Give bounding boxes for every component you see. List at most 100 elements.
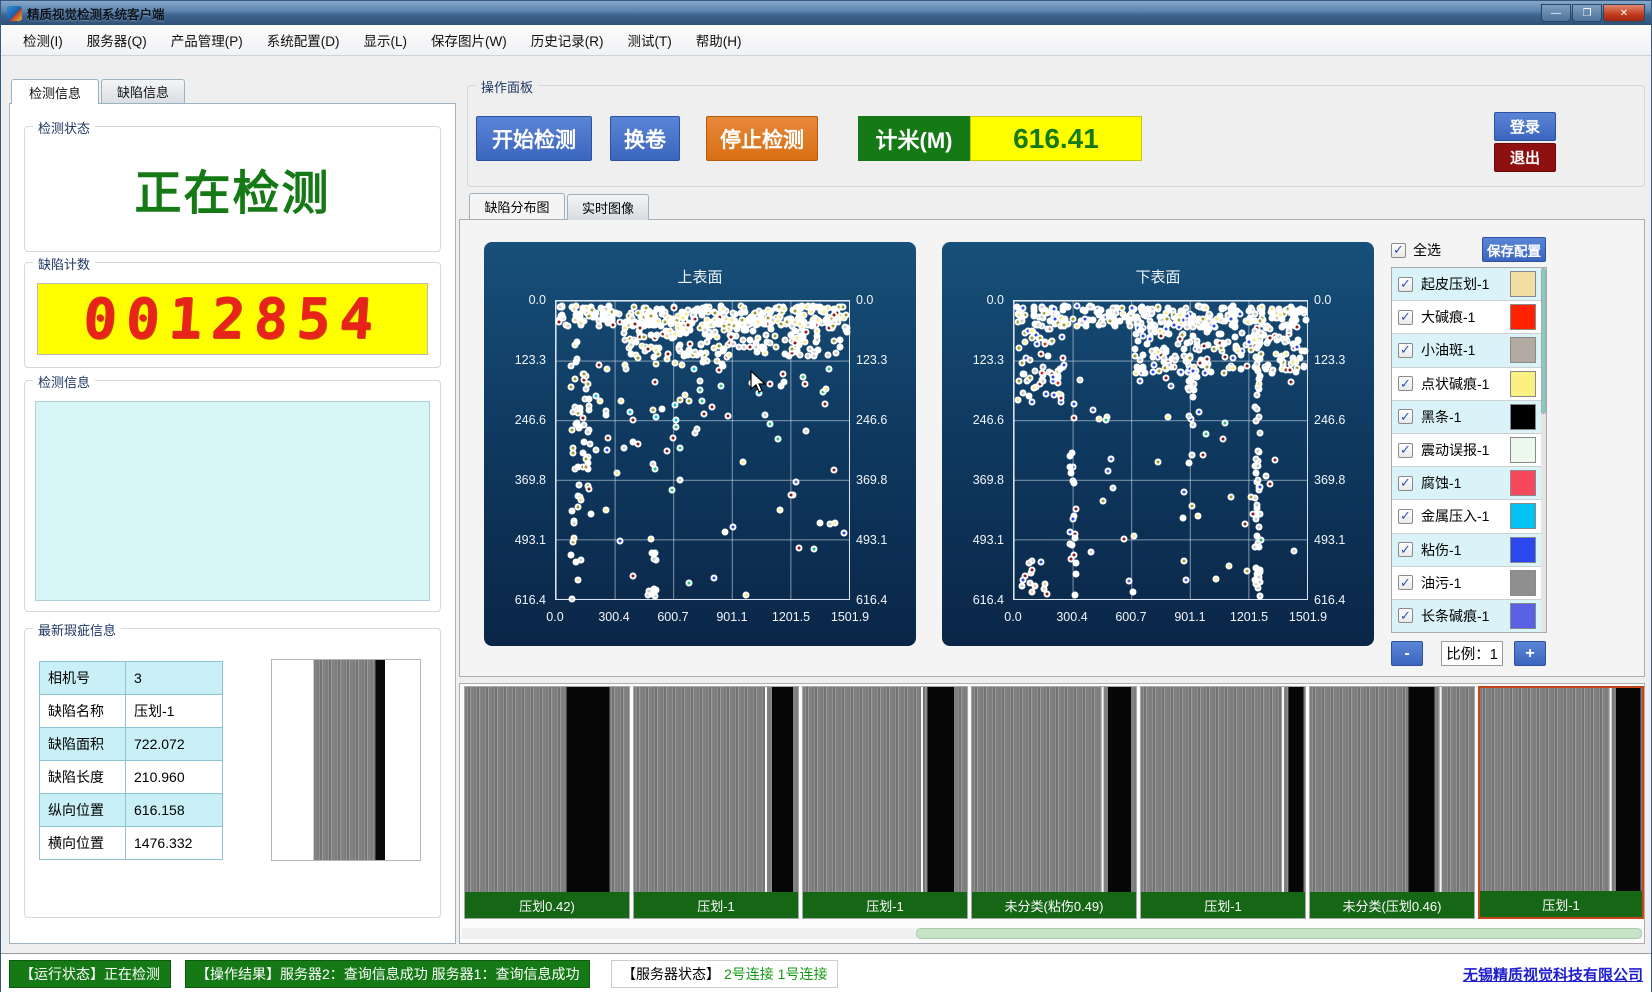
legend-item[interactable]: ✓黑条-1 bbox=[1392, 401, 1546, 434]
table-cell-value: 722.072 bbox=[126, 728, 222, 760]
scatter-dot bbox=[1165, 414, 1172, 421]
scatter-dot bbox=[680, 328, 687, 335]
scatter-dot bbox=[1069, 450, 1076, 457]
plot-area[interactable] bbox=[555, 300, 850, 600]
plot-area[interactable] bbox=[1013, 300, 1308, 600]
scatter-dot bbox=[1201, 370, 1208, 377]
menu-item[interactable]: 显示(L) bbox=[352, 26, 420, 54]
scatter-dot bbox=[1300, 307, 1307, 314]
scatter-dot bbox=[699, 359, 706, 366]
legend-item[interactable]: ✓金属压入-1 bbox=[1392, 500, 1546, 533]
close-button[interactable]: ✕ bbox=[1603, 4, 1645, 22]
legend-item[interactable]: ✓起皮压划-1 bbox=[1392, 268, 1546, 301]
legend-checkbox[interactable]: ✓ bbox=[1398, 376, 1413, 391]
menu-item[interactable]: 测试(T) bbox=[615, 26, 683, 54]
detection-info-box bbox=[35, 401, 430, 601]
thumbnail[interactable]: 压划-1 bbox=[633, 686, 799, 919]
scatter-dot bbox=[1254, 502, 1261, 509]
table-cell-label: 相机号 bbox=[40, 662, 126, 694]
zoom-in-button[interactable]: + bbox=[1514, 641, 1546, 666]
menu-item[interactable]: 保存图片(W) bbox=[419, 26, 519, 54]
legend-label: 腐蚀-1 bbox=[1421, 473, 1510, 493]
thumbnail[interactable]: 压划0.42) bbox=[464, 686, 630, 919]
stop-detection-button[interactable]: 停止检测 bbox=[706, 116, 818, 161]
legend-item[interactable]: ✓长条碱痕-1 bbox=[1392, 600, 1546, 633]
minimize-button[interactable]: — bbox=[1541, 4, 1571, 22]
legend-item[interactable]: ✓油污-1 bbox=[1392, 567, 1546, 600]
scatter-dot bbox=[663, 447, 670, 454]
legend-scrollbar[interactable] bbox=[1541, 268, 1546, 632]
scatter-dot bbox=[571, 519, 578, 526]
scatter-dot bbox=[653, 361, 660, 368]
legend-checkbox[interactable]: ✓ bbox=[1398, 509, 1413, 524]
scatter-dot bbox=[777, 383, 784, 390]
login-button[interactable]: 登录 bbox=[1494, 112, 1556, 141]
scatter-dot bbox=[602, 407, 609, 414]
legend-checkbox[interactable]: ✓ bbox=[1398, 608, 1413, 623]
scatter-dot bbox=[634, 355, 641, 362]
tab-realtime-image[interactable]: 实时图像 bbox=[567, 194, 649, 220]
scatter-dot bbox=[1026, 357, 1033, 364]
company-link[interactable]: 无锡精质视觉科技有限公司 bbox=[1463, 964, 1643, 985]
thumbnail[interactable]: 未分类(压划0.46) bbox=[1309, 686, 1475, 919]
save-config-button[interactable]: 保存配置 bbox=[1482, 237, 1546, 262]
thumbnail[interactable]: 未分类(粘伤0.49) bbox=[971, 686, 1137, 919]
start-detection-button[interactable]: 开始检测 bbox=[476, 116, 592, 161]
menu-item[interactable]: 历史记录(R) bbox=[519, 26, 616, 54]
menu-item[interactable]: 产品管理(P) bbox=[159, 26, 255, 54]
legend-item[interactable]: ✓大碱痕-1 bbox=[1392, 301, 1546, 334]
scatter-dot bbox=[628, 314, 635, 321]
tab-defect-distribution[interactable]: 缺陷分布图 bbox=[469, 193, 565, 219]
legend-checkbox[interactable]: ✓ bbox=[1398, 277, 1413, 292]
tab-defect-info[interactable]: 缺陷信息 bbox=[101, 79, 185, 103]
legend-item[interactable]: ✓粘伤-1 bbox=[1392, 534, 1546, 567]
menu-item[interactable]: 检测(I) bbox=[11, 26, 75, 54]
scatter-dot bbox=[1166, 362, 1173, 369]
legend-item[interactable]: ✓小油斑-1 bbox=[1392, 334, 1546, 367]
scatter-dot bbox=[649, 407, 656, 414]
legend-checkbox[interactable]: ✓ bbox=[1398, 310, 1413, 325]
maximize-button[interactable]: ❐ bbox=[1572, 4, 1602, 22]
scatter-dot bbox=[1183, 339, 1190, 346]
thumbnails-scrollbar[interactable] bbox=[462, 928, 1642, 939]
scatter-dot bbox=[1015, 345, 1022, 352]
zoom-out-button[interactable]: - bbox=[1391, 641, 1423, 666]
legend-checkbox[interactable]: ✓ bbox=[1398, 343, 1413, 358]
legend-checkbox[interactable]: ✓ bbox=[1398, 443, 1413, 458]
scatter-dot bbox=[1298, 347, 1305, 354]
thumbnail[interactable]: 压划-1 bbox=[1478, 686, 1644, 919]
scatter-dot bbox=[1070, 515, 1077, 522]
legend-checkbox[interactable]: ✓ bbox=[1398, 409, 1413, 424]
legend-checkbox[interactable]: ✓ bbox=[1398, 575, 1413, 590]
scatter-dot bbox=[837, 336, 844, 343]
scatter-dot bbox=[676, 397, 683, 404]
scatter-dot bbox=[798, 333, 805, 340]
status-server: 【服务器状态】 2号连接 1号连接 bbox=[611, 960, 838, 988]
scatter-dot bbox=[797, 352, 804, 359]
thumbnail[interactable]: 压划-1 bbox=[1140, 686, 1306, 919]
menu-item[interactable]: 系统配置(D) bbox=[255, 26, 352, 54]
select-all-checkbox[interactable]: ✓ bbox=[1391, 243, 1406, 258]
scatter-dot bbox=[574, 338, 581, 345]
scatter-dot bbox=[754, 334, 761, 341]
y-axis-label: 369.8 bbox=[1314, 473, 1345, 487]
scatter-dot bbox=[1226, 562, 1233, 569]
scatter-dot bbox=[1272, 457, 1279, 464]
scatter-dot bbox=[1196, 347, 1203, 354]
tab-detection-info[interactable]: 检测信息 bbox=[11, 79, 99, 104]
legend-checkbox[interactable]: ✓ bbox=[1398, 542, 1413, 557]
change-roll-button[interactable]: 换卷 bbox=[610, 116, 680, 161]
legend-item[interactable]: ✓ 腐蚀-1 bbox=[1392, 467, 1546, 500]
defect-image bbox=[272, 660, 420, 860]
menu-item[interactable]: 帮助(H) bbox=[684, 26, 754, 54]
scatter-dot bbox=[1244, 567, 1251, 574]
legend-item[interactable]: ✓震动误报-1 bbox=[1392, 434, 1546, 467]
exit-button[interactable]: 退出 bbox=[1494, 143, 1556, 172]
legend-item[interactable]: ✓点状碱痕-1 bbox=[1392, 368, 1546, 401]
thumbnail[interactable]: 压划-1 bbox=[802, 686, 968, 919]
scatter-dot bbox=[679, 362, 686, 369]
scatter-dot bbox=[1254, 356, 1261, 363]
legend-checkbox[interactable]: ✓ bbox=[1398, 476, 1413, 491]
group-title: 最新瑕疵信息 bbox=[33, 620, 121, 639]
menu-item[interactable]: 服务器(Q) bbox=[75, 26, 159, 54]
